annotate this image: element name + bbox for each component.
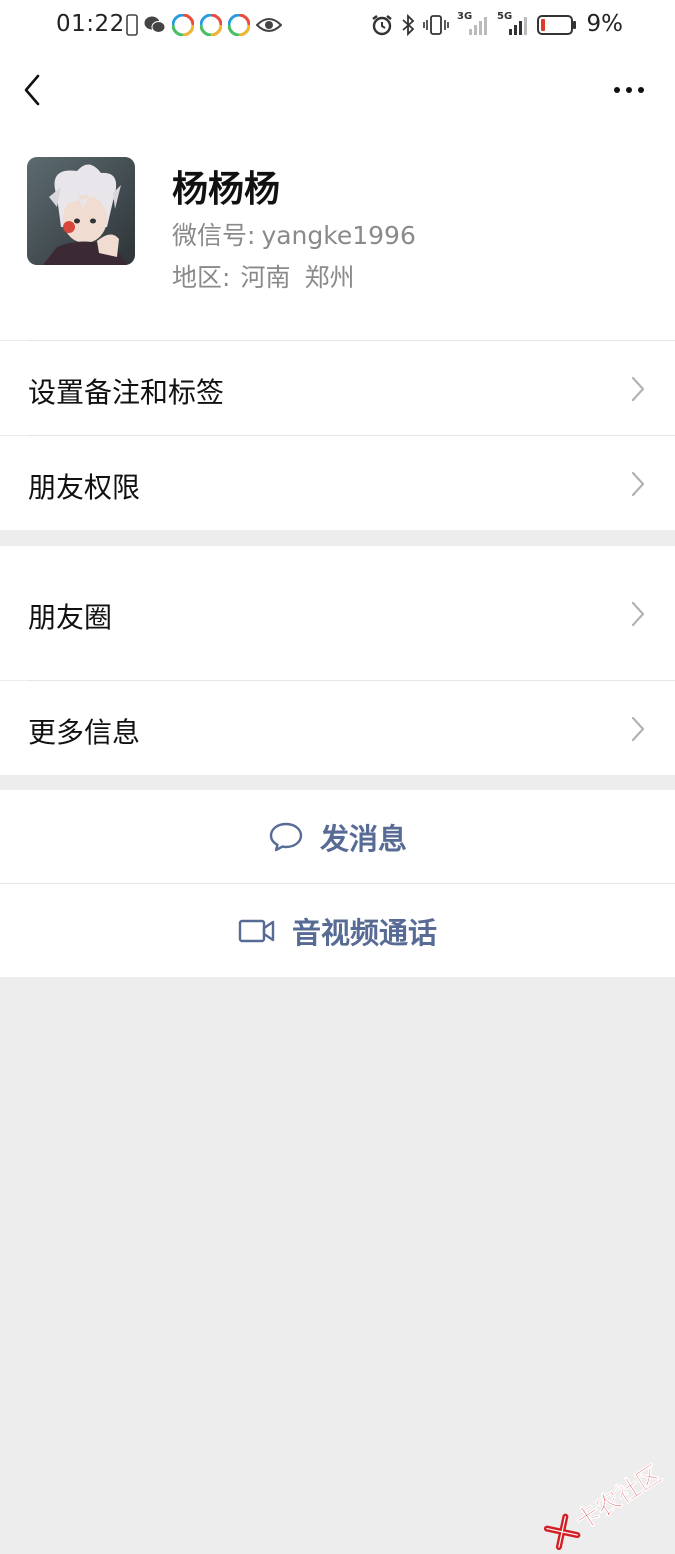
chevron-right-icon [631,716,645,742]
app-icon [200,14,222,36]
row-label: 朋友圈 [28,601,113,634]
bluetooth-icon [402,14,415,36]
signal-icon [469,17,487,35]
back-icon[interactable] [18,70,48,110]
row-friend-permissions[interactable]: 朋友权限 [0,436,675,530]
battery-percent: 9% [586,11,624,37]
row-label: 朋友权限 [28,471,141,504]
watermark: 卡农社区 [541,1455,667,1554]
row-label: 更多信息 [28,716,141,749]
signal-5g: 5G [497,11,529,37]
status-left-icons [126,12,282,38]
chevron-right-icon [631,471,645,497]
vibrate-icon [423,15,449,35]
video-camera-icon [238,919,275,942]
send-message-label: 发消息 [319,821,407,856]
row-moments[interactable]: 朋友圈 [0,546,675,680]
send-message-button[interactable]: 发消息 [0,790,675,883]
wechat-id-label: 微信号: [172,221,256,250]
region-label: 地区: [172,263,231,292]
wechat-id-value[interactable]: yangke1996 [261,221,415,250]
row-label: 设置备注和标签 [28,376,225,409]
av-call-label: 音视频通话 [291,915,437,950]
eye-icon [256,18,282,32]
status-bar: 01:22 3G 5G 9% [0,0,675,50]
avatar[interactable] [27,157,135,265]
wechat-icon [144,16,166,33]
chat-bubble-icon [269,822,303,851]
row-more-info[interactable]: 更多信息 [0,681,675,775]
battery-icon [537,15,576,35]
region-line: 地区: 河南 郑州 [172,258,354,294]
status-right-icons: 3G 5G [371,11,621,39]
row-remarks-tags[interactable]: 设置备注和标签 [0,341,675,435]
signal-icon [509,17,527,35]
watermark-text: 卡农社区 [570,1459,667,1536]
wechat-id-line: 微信号: yangke1996 [172,216,416,252]
profile-header: 杨杨杨 微信号: yangke1996 地区: 河南 郑州 [0,130,675,340]
region-city: 郑州 [304,263,355,292]
av-call-button[interactable]: 音视频通话 [0,884,675,977]
chevron-right-icon [631,601,645,627]
avatar-image [27,157,135,265]
alarm-icon [372,15,392,36]
region-value: 河南 郑州 [240,258,354,294]
region-province: 河南 [240,263,291,292]
status-time: 01:22 [56,11,125,37]
more-icon[interactable] [611,78,647,102]
contact-name: 杨杨杨 [172,169,281,210]
app-icon [228,14,250,36]
nav-bar [0,50,675,130]
app-icon [172,14,194,36]
chevron-right-icon [631,376,645,402]
signal-3g: 3G [457,11,489,37]
phone-icon [126,14,138,36]
